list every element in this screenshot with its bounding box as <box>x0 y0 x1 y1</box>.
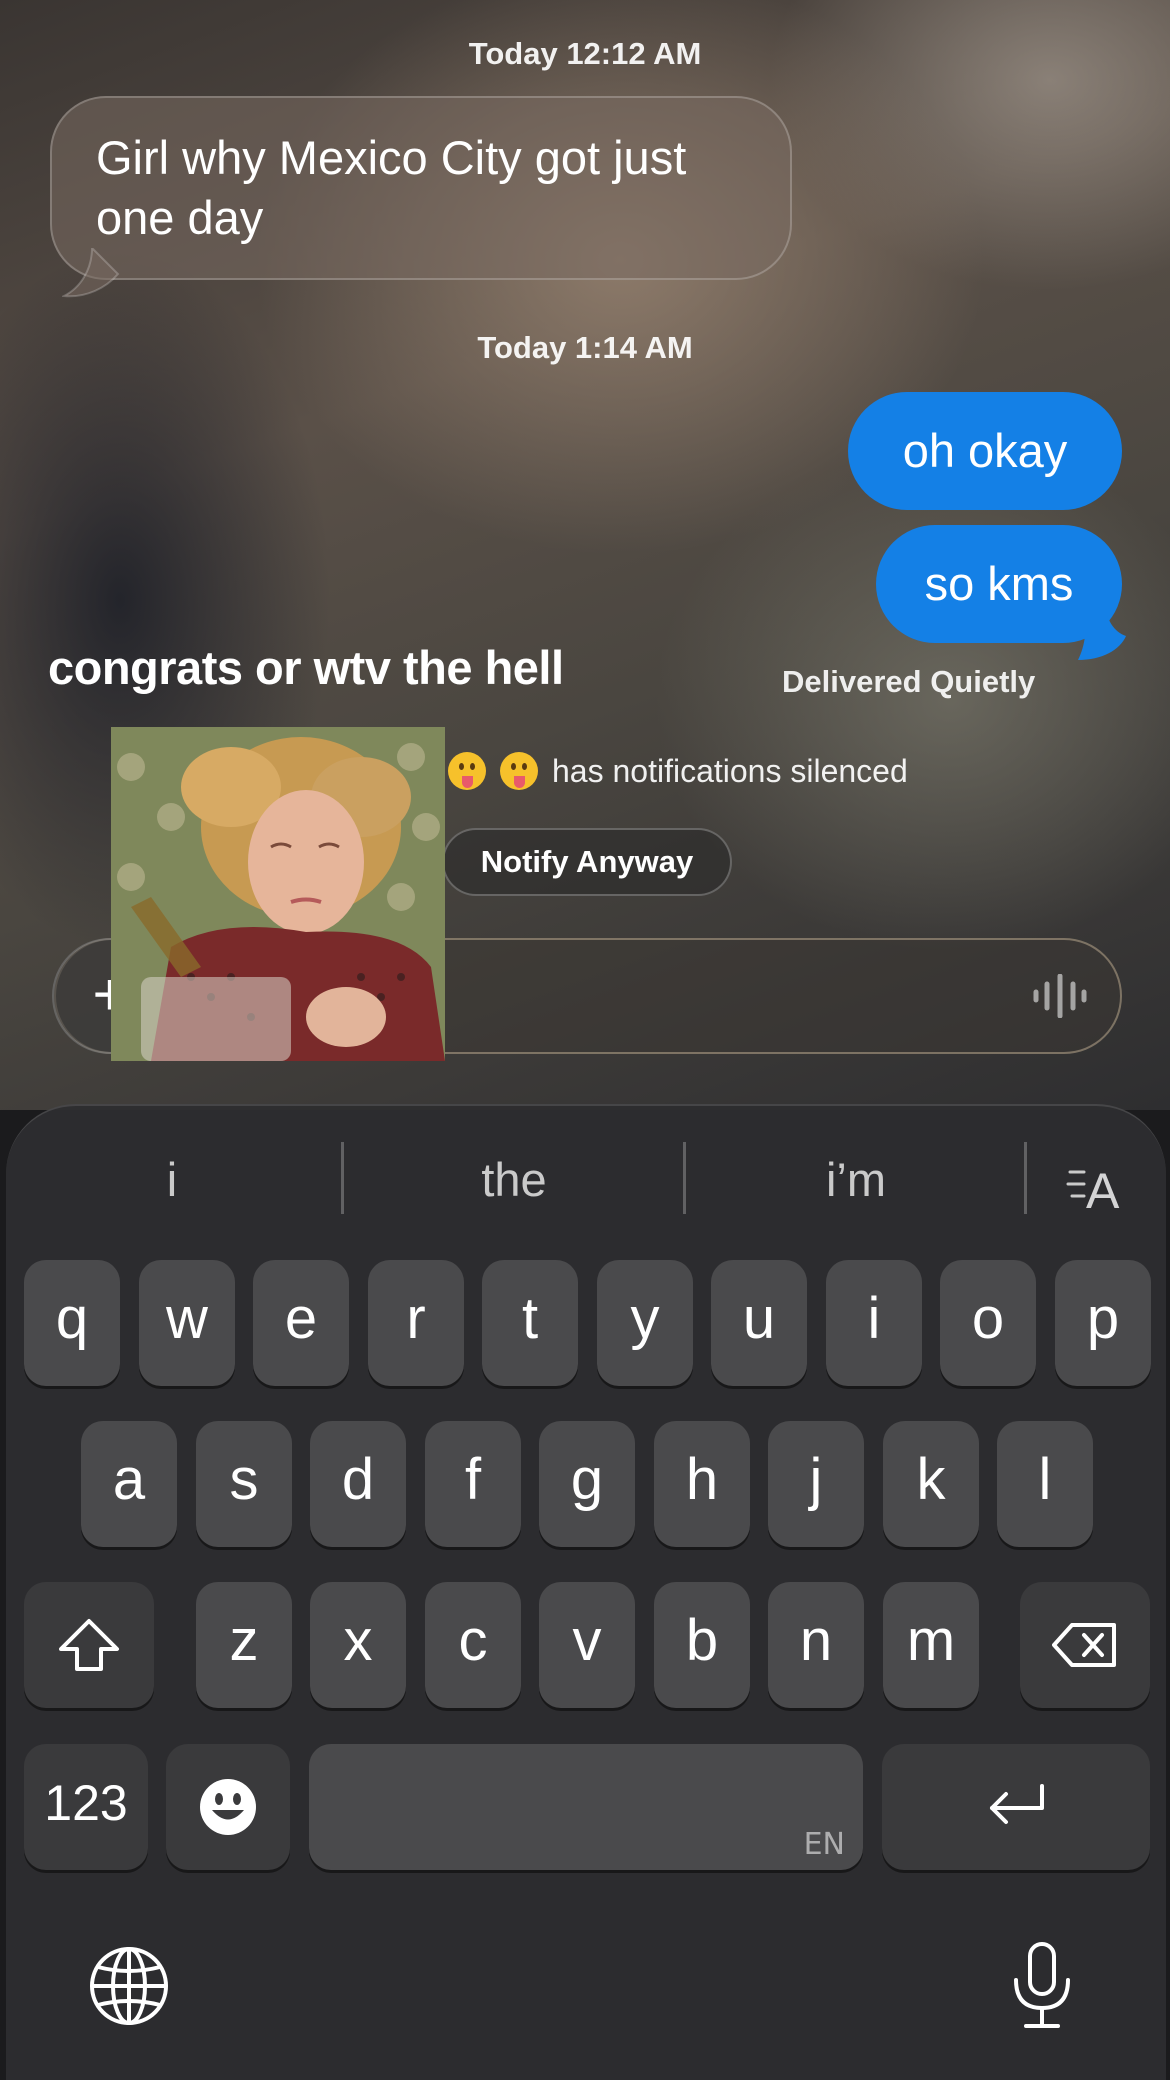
numbers-key[interactable]: 123 <box>24 1744 148 1870</box>
suggestion-divider <box>1024 1142 1027 1214</box>
key-h[interactable]: h <box>654 1421 750 1547</box>
outgoing-bubble-tail <box>1078 600 1126 660</box>
return-arrow-icon <box>990 1784 1044 1824</box>
key-t[interactable]: t <box>482 1260 578 1386</box>
space-language-label: EN <box>803 1827 845 1862</box>
emoji-key[interactable] <box>166 1744 290 1870</box>
key-r[interactable]: r <box>368 1260 464 1386</box>
key-v[interactable]: v <box>539 1582 635 1708</box>
key-u[interactable]: u <box>711 1260 807 1386</box>
key-d[interactable]: d <box>310 1421 406 1547</box>
notify-anyway-button[interactable]: Notify Anyway <box>442 828 732 896</box>
key-p[interactable]: p <box>1055 1260 1151 1386</box>
outgoing-message-bubble[interactable]: oh okay <box>848 392 1122 510</box>
suggestion-1[interactable]: i <box>30 1140 314 1220</box>
key-f[interactable]: f <box>425 1421 521 1547</box>
key-k[interactable]: k <box>883 1421 979 1547</box>
key-s[interactable]: s <box>196 1421 292 1547</box>
key-g[interactable]: g <box>539 1421 635 1547</box>
key-j[interactable]: j <box>768 1421 864 1547</box>
tongue-out-emoji-icon <box>448 752 486 790</box>
gif-sticker-image[interactable] <box>111 727 445 1061</box>
key-o[interactable]: o <box>940 1260 1036 1386</box>
delete-key[interactable] <box>1020 1582 1150 1708</box>
globe-icon[interactable] <box>88 1945 170 2027</box>
svg-text:A: A <box>1086 1163 1120 1212</box>
key-w[interactable]: w <box>139 1260 235 1386</box>
sticker-caption: congrats or wtv the hell <box>48 641 564 694</box>
suggestion-3[interactable]: i’m <box>714 1140 998 1220</box>
timestamp-second: Today 1:14 AM <box>477 330 693 365</box>
space-bar[interactable]: EN <box>309 1744 863 1870</box>
key-l[interactable]: l <box>997 1421 1093 1547</box>
emoji-smiley-icon <box>200 1779 256 1835</box>
key-c[interactable]: c <box>425 1582 521 1708</box>
key-n[interactable]: n <box>768 1582 864 1708</box>
key-a[interactable]: a <box>81 1421 177 1547</box>
text-format-icon[interactable]: A <box>1066 1160 1130 1212</box>
backspace-icon <box>1052 1623 1116 1667</box>
shift-key[interactable] <box>24 1582 154 1708</box>
incoming-bubble-tail <box>62 248 120 298</box>
suggestion-2[interactable]: the <box>372 1140 656 1220</box>
tongue-out-emoji-icon <box>500 752 538 790</box>
waveform-icon[interactable] <box>1032 974 1088 1018</box>
shift-arrow-icon <box>59 1619 119 1671</box>
delivery-status: Delivered Quietly <box>782 664 1036 699</box>
key-b[interactable]: b <box>654 1582 750 1708</box>
key-i[interactable]: i <box>826 1260 922 1386</box>
suggestion-divider <box>683 1142 686 1214</box>
silenced-text: has notifications silenced <box>552 752 908 789</box>
timestamp-first: Today 12:12 AM <box>468 36 702 71</box>
key-x[interactable]: x <box>310 1582 406 1708</box>
notifications-silenced-notice: has notifications silenced <box>448 752 908 790</box>
return-key[interactable] <box>882 1744 1150 1870</box>
key-y[interactable]: y <box>597 1260 693 1386</box>
microphone-icon[interactable] <box>1010 1940 1074 2030</box>
key-q[interactable]: q <box>24 1260 120 1386</box>
key-z[interactable]: z <box>196 1582 292 1708</box>
incoming-message-bubble[interactable]: Girl why Mexico City got just one day <box>50 96 792 280</box>
suggestion-divider <box>341 1142 344 1214</box>
key-m[interactable]: m <box>883 1582 979 1708</box>
key-e[interactable]: e <box>253 1260 349 1386</box>
